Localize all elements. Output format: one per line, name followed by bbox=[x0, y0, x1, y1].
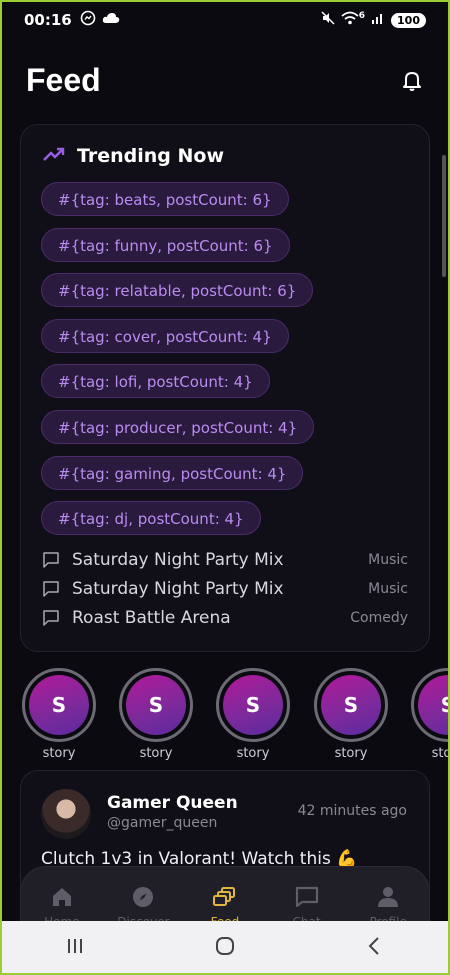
story-avatar: S bbox=[418, 675, 450, 735]
story-item[interactable]: S story bbox=[409, 668, 450, 761]
chat-bubble-icon bbox=[42, 580, 60, 598]
story-item[interactable]: S story bbox=[117, 668, 195, 761]
stories-row: S story S story S story S story S story bbox=[20, 668, 450, 762]
story-avatar: S bbox=[223, 675, 283, 735]
signal-icon bbox=[371, 11, 385, 29]
cloud-icon bbox=[102, 11, 120, 29]
author-name[interactable]: Gamer Queen bbox=[107, 793, 238, 813]
recent-apps-icon[interactable] bbox=[62, 933, 88, 963]
story-label: story bbox=[431, 746, 450, 761]
hashtag-chip-list: #{tag: beats, postCount: 6} #{tag: funny… bbox=[41, 182, 409, 547]
story-avatar: S bbox=[29, 675, 89, 735]
room-name: Saturday Night Party Mix bbox=[72, 550, 284, 570]
chat-icon bbox=[295, 886, 318, 908]
messenger-icon bbox=[80, 10, 96, 30]
story-ring: S bbox=[314, 668, 388, 742]
story-ring: S bbox=[22, 668, 96, 742]
story-ring: S bbox=[119, 668, 193, 742]
story-label: story bbox=[236, 746, 270, 761]
trending-room-item[interactable]: Saturday Night Party Mix Music bbox=[42, 547, 408, 573]
battery-indicator: 100 bbox=[391, 12, 426, 28]
story-avatar: S bbox=[321, 675, 381, 735]
trending-room-item[interactable]: Saturday Night Party Mix Music bbox=[42, 576, 408, 602]
trending-header: Trending Now bbox=[43, 145, 224, 167]
hashtag-chip-producer[interactable]: #{tag: producer, postCount: 4} bbox=[41, 409, 315, 444]
room-category: Music bbox=[368, 581, 408, 597]
hashtag-chip-dj[interactable]: #{tag: dj, postCount: 4} bbox=[41, 501, 261, 536]
story-label: story bbox=[334, 746, 368, 761]
room-category: Music bbox=[368, 552, 408, 568]
story-item[interactable]: S story bbox=[20, 668, 98, 761]
story-item[interactable]: S story bbox=[214, 668, 292, 761]
home-button-icon[interactable] bbox=[212, 933, 238, 963]
hashtag-chip-relatable[interactable]: #{tag: relatable, postCount: 6} bbox=[41, 273, 314, 308]
status-bar: 00:16 6 100 bbox=[0, 0, 450, 40]
hashtag-chip-lofi[interactable]: #{tag: lofi, postCount: 4} bbox=[41, 364, 270, 399]
system-navigation-bar bbox=[0, 921, 450, 975]
hashtag-chip-funny[interactable]: #{tag: funny, postCount: 6} bbox=[41, 227, 290, 262]
room-category: Comedy bbox=[350, 610, 408, 626]
feed-icon bbox=[212, 887, 235, 906]
back-icon[interactable] bbox=[362, 933, 388, 963]
page-title: Feed bbox=[26, 61, 101, 98]
post-timestamp: 42 minutes ago bbox=[297, 803, 407, 819]
status-time: 00:16 bbox=[24, 11, 72, 29]
chat-bubble-icon bbox=[42, 551, 60, 569]
trending-room-item[interactable]: Roast Battle Arena Comedy bbox=[42, 605, 408, 631]
profile-icon bbox=[378, 887, 399, 907]
signal-label: 6 bbox=[358, 11, 366, 21]
story-ring: S bbox=[216, 668, 290, 742]
room-name: Roast Battle Arena bbox=[72, 608, 231, 628]
scrollbar[interactable] bbox=[442, 155, 446, 277]
story-ring: S bbox=[411, 668, 450, 742]
hashtag-chip-beats[interactable]: #{tag: beats, postCount: 6} bbox=[41, 182, 289, 216]
hashtag-chip-cover[interactable]: #{tag: cover, postCount: 4} bbox=[41, 318, 289, 353]
wifi-icon bbox=[341, 11, 359, 29]
mute-icon bbox=[321, 11, 335, 29]
compass-icon bbox=[133, 887, 154, 907]
trending-title: Trending Now bbox=[77, 145, 225, 167]
hashtag-chip-gaming[interactable]: #{tag: gaming, postCount: 4} bbox=[41, 455, 304, 490]
story-label: story bbox=[42, 746, 76, 761]
story-label: story bbox=[139, 746, 173, 761]
room-name: Saturday Night Party Mix bbox=[72, 579, 284, 599]
notification-bell-icon[interactable] bbox=[400, 68, 424, 92]
page-header: Feed bbox=[26, 56, 424, 104]
home-icon bbox=[52, 888, 71, 906]
story-avatar: S bbox=[126, 675, 186, 735]
chat-bubble-icon bbox=[42, 609, 60, 627]
story-item[interactable]: S story bbox=[312, 668, 390, 761]
trending-up-icon bbox=[43, 145, 65, 167]
author-handle: @gamer_queen bbox=[107, 815, 218, 831]
author-avatar[interactable] bbox=[41, 789, 91, 839]
